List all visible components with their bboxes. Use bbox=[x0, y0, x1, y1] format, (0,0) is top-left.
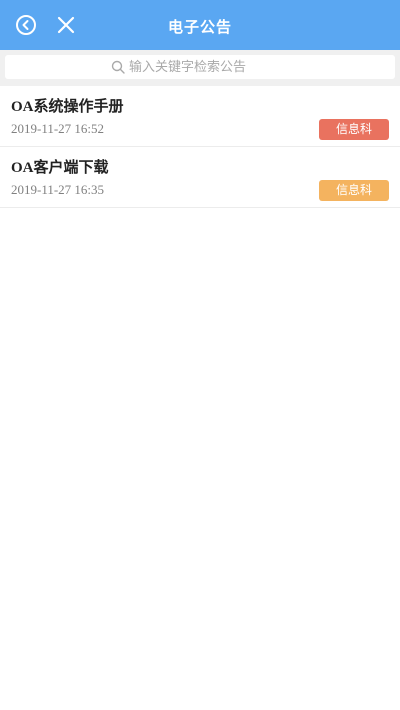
notice-item[interactable]: OA客户端下载 2019-11-27 16:35 信息科 bbox=[0, 147, 400, 208]
search-input[interactable] bbox=[129, 57, 289, 77]
search-icon bbox=[111, 60, 125, 74]
notice-item[interactable]: OA系统操作手册 2019-11-27 16:52 信息科 bbox=[0, 86, 400, 147]
notice-title: OA系统操作手册 bbox=[11, 99, 124, 115]
search-box[interactable] bbox=[5, 55, 395, 79]
notice-title: OA客户端下载 bbox=[11, 160, 109, 176]
page-title: 电子公告 bbox=[167, 18, 232, 36]
department-badge: 信息科 bbox=[319, 119, 389, 140]
header-bar: 电子公告 bbox=[0, 0, 400, 50]
notice-date: 2019-11-27 16:35 bbox=[11, 182, 105, 197]
notice-date: 2019-11-27 16:52 bbox=[11, 121, 105, 136]
department-badge: 信息科 bbox=[319, 180, 389, 201]
notice-list: OA系统操作手册 2019-11-27 16:52 信息科 OA客户端下载 20… bbox=[0, 86, 400, 208]
search-area bbox=[0, 50, 400, 86]
